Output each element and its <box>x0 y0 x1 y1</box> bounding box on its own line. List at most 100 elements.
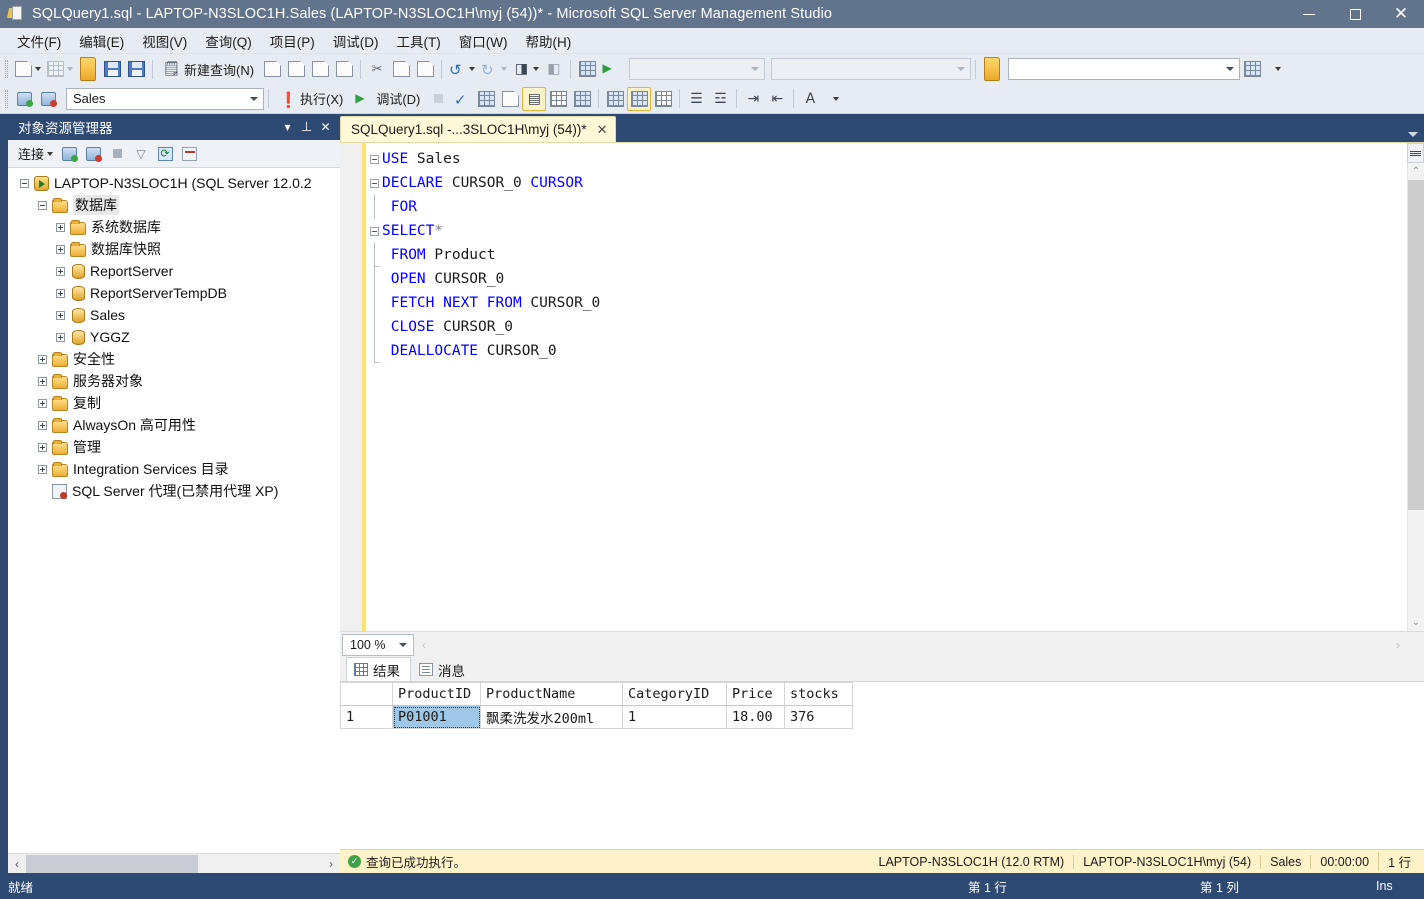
navigate-forward-button[interactable]: ◧ <box>542 57 566 81</box>
editor-vscrollbar[interactable]: ⌃ ⌄ <box>1407 143 1424 631</box>
uncomment-lines-button[interactable]: ☲ <box>708 87 732 111</box>
vscroll-thumb[interactable] <box>1407 180 1424 510</box>
results-to-text-alt-button[interactable] <box>651 87 675 111</box>
zoom-level-combo[interactable]: 100 % <box>342 633 414 656</box>
toolbar-combo-2[interactable] <box>771 58 972 80</box>
tab-close-icon[interactable]: ✕ <box>595 122 610 138</box>
pin-icon[interactable]: ⊥ <box>298 118 315 136</box>
tree-node[interactable]: ReportServerTempDB <box>8 282 340 304</box>
sql-code-text[interactable]: USE Sales DECLARE CURSOR_0 CURSOR FOR SELE… <box>366 143 1407 631</box>
database-combo[interactable]: Sales <box>66 87 264 110</box>
tree-node[interactable]: 安全性 <box>8 348 340 370</box>
expand-icon[interactable] <box>34 351 50 367</box>
toolbar-grip[interactable] <box>5 60 8 78</box>
connect-dropdown-button[interactable]: 连接 <box>12 142 57 165</box>
results-to-file-button[interactable] <box>627 86 652 111</box>
column-header[interactable]: ProductID <box>392 682 481 706</box>
comment-lines-button[interactable]: ☰ <box>684 87 708 111</box>
collapse-region-icon[interactable] <box>366 219 382 243</box>
copy-button[interactable] <box>389 57 413 81</box>
collapse-icon[interactable] <box>34 197 50 213</box>
results-to-grid-button[interactable] <box>603 87 627 111</box>
collapse-region-icon[interactable] <box>366 171 382 195</box>
stop-icon[interactable] <box>106 143 128 165</box>
paste-button[interactable] <box>413 57 437 81</box>
tab-sqlquery1[interactable]: SQLQuery1.sql -...3SLOC1H\myj (54))* ✕ <box>340 116 617 142</box>
query-options-button[interactable] <box>498 87 522 111</box>
column-header[interactable]: CategoryID <box>622 682 727 706</box>
menu-window[interactable]: 窗口(W) <box>450 28 517 54</box>
tree-node[interactable]: Sales <box>8 304 340 326</box>
tree-node[interactable]: 管理 <box>8 436 340 458</box>
tab-results[interactable]: 结果 <box>346 657 411 681</box>
column-header[interactable]: Price <box>726 682 785 706</box>
expand-icon[interactable] <box>52 285 68 301</box>
menu-tools[interactable]: 工具(T) <box>388 28 450 54</box>
redo-button[interactable]: ↻ <box>478 57 510 81</box>
new-project-button[interactable] <box>44 57 76 81</box>
tree-node[interactable]: ReportServer <box>8 260 340 282</box>
menu-view[interactable]: 视图(V) <box>133 28 196 54</box>
new-xmla-query-button[interactable] <box>332 57 356 81</box>
menu-edit[interactable]: 编辑(E) <box>70 28 133 54</box>
expand-icon[interactable] <box>52 241 68 257</box>
query-toolbar-overflow-button[interactable] <box>822 87 846 111</box>
increase-indent-button[interactable]: ⇥ <box>741 87 765 111</box>
results-to-text-button[interactable]: ▤ <box>522 86 547 111</box>
expand-icon[interactable] <box>34 395 50 411</box>
collapse-icon[interactable] <box>16 175 32 191</box>
menu-query[interactable]: 查询(Q) <box>196 28 261 54</box>
object-explorer-tree[interactable]: LAPTOP-N3SLOC1H (SQL Server 12.0.2 数据库 系统数… <box>8 168 340 853</box>
tree-node[interactable]: 服务器对象 <box>8 370 340 392</box>
column-header[interactable]: ProductName <box>480 682 623 706</box>
window-layout-button[interactable] <box>1240 57 1264 81</box>
scroll-left-icon[interactable]: ‹ <box>8 855 26 873</box>
toolbar-grip-2[interactable] <box>5 89 8 108</box>
new-mdx-query-button[interactable] <box>284 57 308 81</box>
panel-menu-chevron-down-icon[interactable]: ▾ <box>279 118 296 136</box>
grid-corner-header[interactable] <box>340 682 393 706</box>
cell-productname[interactable]: 飘柔洗发水200ml <box>480 705 623 729</box>
scroll-down-icon[interactable]: ⌄ <box>1408 614 1424 631</box>
save-all-button[interactable] <box>124 57 148 81</box>
cut-button[interactable]: ✂ <box>365 57 389 81</box>
new-dmx-query-button[interactable] <box>308 57 332 81</box>
toolbar-overflow-button[interactable] <box>1264 57 1288 81</box>
menu-debug[interactable]: 调试(D) <box>324 28 388 54</box>
cell-price[interactable]: 18.00 <box>726 705 785 729</box>
hscroll-right-icon[interactable]: › <box>1396 638 1400 652</box>
hscroll-track[interactable] <box>26 854 322 873</box>
expand-icon[interactable] <box>34 373 50 389</box>
expand-icon[interactable] <box>52 219 68 235</box>
cell-productid[interactable]: P01001 <box>392 705 481 729</box>
collapse-region-icon[interactable] <box>366 147 382 171</box>
disconnect-server-icon[interactable] <box>82 143 104 165</box>
stop-button[interactable] <box>426 87 450 111</box>
table-row[interactable]: 1 P01001 飘柔洗发水200ml 1 18.00 376 <box>340 705 853 729</box>
tree-node[interactable]: YGGZ <box>8 326 340 348</box>
activity-monitor-button[interactable] <box>575 57 599 81</box>
new-item-button[interactable] <box>12 57 44 81</box>
tree-node[interactable]: 复制 <box>8 392 340 414</box>
save-button[interactable] <box>100 57 124 81</box>
connect-button[interactable] <box>12 87 36 111</box>
scroll-up-icon[interactable]: ⌃ <box>1408 163 1424 180</box>
tree-node[interactable]: LAPTOP-N3SLOC1H (SQL Server 12.0.2 <box>8 172 340 194</box>
parse-button[interactable]: ✓ <box>450 87 474 111</box>
panel-close-icon[interactable]: ✕ <box>317 118 334 136</box>
tree-node[interactable]: 系统数据库 <box>8 216 340 238</box>
execute-toolbar-button[interactable]: ▶ <box>599 57 623 81</box>
open-file-button[interactable] <box>76 57 100 81</box>
hscroll-thumb[interactable] <box>26 854 198 873</box>
vscroll-track[interactable] <box>1407 180 1424 614</box>
filter-icon[interactable]: ▽ <box>130 143 152 165</box>
refresh-icon[interactable]: ⟳ <box>154 143 176 165</box>
hscroll-left-icon[interactable]: ‹ <box>422 638 426 652</box>
maximize-button[interactable] <box>1332 0 1378 28</box>
menu-help[interactable]: 帮助(H) <box>516 28 580 54</box>
tree-node[interactable]: 数据库快照 <box>8 238 340 260</box>
tree-node[interactable]: AlwaysOn 高可用性 <box>8 414 340 436</box>
include-actual-plan-button[interactable] <box>546 87 570 111</box>
connect-server-icon[interactable] <box>58 143 80 165</box>
navigate-backward-button[interactable]: ◨ <box>510 57 542 81</box>
